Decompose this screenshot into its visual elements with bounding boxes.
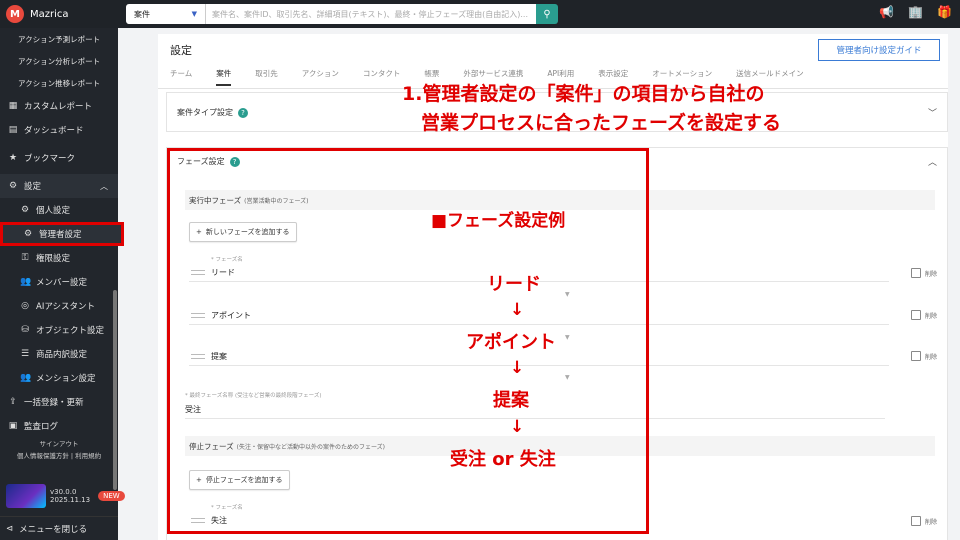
database-icon: ⛁	[21, 325, 29, 335]
tab-actions[interactable]: アクション	[302, 68, 339, 86]
chevron-down-icon[interactable]: ﹀	[928, 106, 937, 119]
search-button[interactable]: ⚲	[536, 4, 558, 24]
tab-deals[interactable]: 案件	[216, 68, 232, 86]
sidebar: アクション予測レポート アクション分析レポート アクション推移レポート ▦ カスタ…	[0, 28, 125, 540]
key-icon: ⚿	[21, 253, 29, 263]
gear-icon: ⚙	[23, 229, 33, 239]
star-icon: ★	[8, 153, 18, 163]
annotation-line-2: 営業プロセスに合ったフェーズを設定する	[421, 112, 782, 134]
chevron-up-icon[interactable]: ︿	[928, 155, 937, 168]
sidebar-item-action-analysis[interactable]: アクション分析レポート	[0, 50, 118, 72]
tab-accounts[interactable]: 取引先	[255, 68, 278, 86]
checkbox-icon	[911, 351, 921, 361]
sidebar-item-mentions[interactable]: 👥 メンション設定	[0, 366, 118, 390]
sidebar-item-permissions[interactable]: ⚿ 権限設定	[0, 246, 118, 270]
gear-icon: ⚙	[20, 205, 30, 215]
checkbox-icon	[911, 516, 921, 526]
sidebar-item-personal-settings[interactable]: ⚙ 個人設定	[0, 198, 118, 222]
flow-step-won-or-lost: 受注 or 失注	[450, 449, 556, 470]
example-title: ■フェーズ設定例	[431, 211, 566, 231]
annotation-line-1: 1.管理者設定の「案件」の項目から自社の	[402, 83, 765, 105]
flow-step-proposal: 提案	[493, 390, 529, 411]
list-icon: ☰	[20, 349, 30, 359]
megaphone-icon[interactable]: 📢	[879, 5, 894, 19]
users-icon: 👥	[20, 277, 32, 287]
checkbox-icon	[911, 268, 921, 278]
flow-step-lead: リード	[487, 274, 541, 295]
signout-link[interactable]: サインアウト	[0, 438, 118, 450]
phase-highlight-box	[167, 148, 649, 534]
import-icon: ⇪	[9, 397, 17, 407]
admin-guide-button[interactable]: 管理者向け設定ガイド	[818, 39, 940, 61]
delete-phase-checkbox[interactable]: 削除	[911, 268, 937, 278]
sidebar-item-bookmark[interactable]: ★ ブックマーク	[0, 146, 118, 170]
sidebar-item-ai-assistant[interactable]: ◎ AIアシスタント	[0, 294, 118, 318]
search-input[interactable]: 案件名、案件ID、取引先名、詳細項目(テキスト)、最終・停止フェーズ理由(自由記…	[206, 4, 536, 24]
caret-down-icon: ▼	[191, 10, 197, 18]
sidebar-footer: サインアウト 個人情報保護方針 | 利用規約	[0, 438, 118, 462]
sidebar-item-members[interactable]: 👥 メンバー設定	[0, 270, 118, 294]
mazrica-logo-icon: M	[6, 5, 24, 23]
new-badge: NEW	[98, 491, 125, 501]
sidebar-item-objects[interactable]: ⛁ オブジェクト設定	[0, 318, 118, 342]
version-number: v30.0.0	[50, 488, 77, 496]
close-menu-button[interactable]: ⊲ メニューを閉じる	[0, 516, 118, 540]
top-bar: M Mazrica 案件 ▼ 案件名、案件ID、取引先名、詳細項目(テキスト)、…	[0, 0, 960, 28]
down-arrow-icon: ↓	[510, 300, 525, 320]
report-icon: ▦	[8, 101, 18, 111]
version-info[interactable]: v30.0.0 2025.11.13 NEW	[6, 484, 125, 508]
sidebar-item-product-breakdown[interactable]: ☰ 商品内訳設定	[0, 342, 118, 366]
users-icon: 👥	[20, 373, 32, 383]
global-search: 案件 ▼ 案件名、案件ID、取引先名、詳細項目(テキスト)、最終・停止フェーズ理…	[126, 4, 558, 24]
help-icon[interactable]: ?	[238, 107, 248, 118]
search-type-value: 案件	[134, 9, 150, 19]
sidebar-item-bulk-import[interactable]: ⇪ 一括登録・更新	[0, 390, 118, 414]
gear-icon: ⚙	[8, 181, 18, 191]
version-banner-image	[6, 484, 46, 508]
policy-links[interactable]: 個人情報保護方針 | 利用規約	[0, 450, 118, 462]
chevron-up-icon: ︿	[100, 181, 108, 191]
building-icon[interactable]: 🏢	[908, 5, 923, 19]
sidebar-scrollbar[interactable]	[113, 290, 117, 490]
delete-phase-checkbox[interactable]: 削除	[911, 310, 937, 320]
sidebar-item-audit-log[interactable]: ▣ 監査ログ	[0, 414, 118, 438]
search-icon: ⚲	[543, 8, 551, 20]
down-arrow-icon: ↓	[510, 358, 525, 378]
panel-title: 案件タイプ設定?	[177, 107, 248, 118]
delete-phase-checkbox[interactable]: 削除	[911, 351, 937, 361]
ai-icon: ◎	[21, 301, 29, 311]
page-title: 設定	[170, 44, 192, 57]
sidebar-item-action-trend[interactable]: アクション推移レポート	[0, 72, 118, 94]
tab-contacts[interactable]: コンタクト	[363, 68, 401, 86]
sidebar-item-admin-settings[interactable]: ⚙ 管理者設定	[0, 222, 124, 246]
delete-phase-checkbox[interactable]: 削除	[911, 516, 937, 526]
sidebar-item-dashboard[interactable]: ▤ ダッシュボード	[0, 118, 118, 142]
dashboard-icon: ▤	[8, 125, 18, 135]
sidebar-item-custom-report[interactable]: ▦ カスタムレポート	[0, 94, 118, 118]
sidebar-item-action-forecast[interactable]: アクション予測レポート	[0, 28, 118, 50]
down-arrow-icon: ↓	[510, 417, 525, 437]
chevron-left-circle-icon: ⊲	[6, 523, 14, 534]
search-type-select[interactable]: 案件 ▼	[126, 4, 206, 24]
tab-team[interactable]: チーム	[170, 68, 192, 86]
sidebar-item-settings[interactable]: ⚙ 設定 ︿	[0, 174, 118, 198]
checkbox-icon	[911, 310, 921, 320]
app-logo[interactable]: M Mazrica	[0, 5, 118, 23]
flow-step-appointment: アポイント	[466, 332, 556, 353]
version-date: 2025.11.13	[50, 496, 91, 504]
gift-icon[interactable]: 🎁	[937, 5, 952, 19]
app-name: Mazrica	[30, 8, 69, 20]
log-icon: ▣	[8, 421, 18, 431]
